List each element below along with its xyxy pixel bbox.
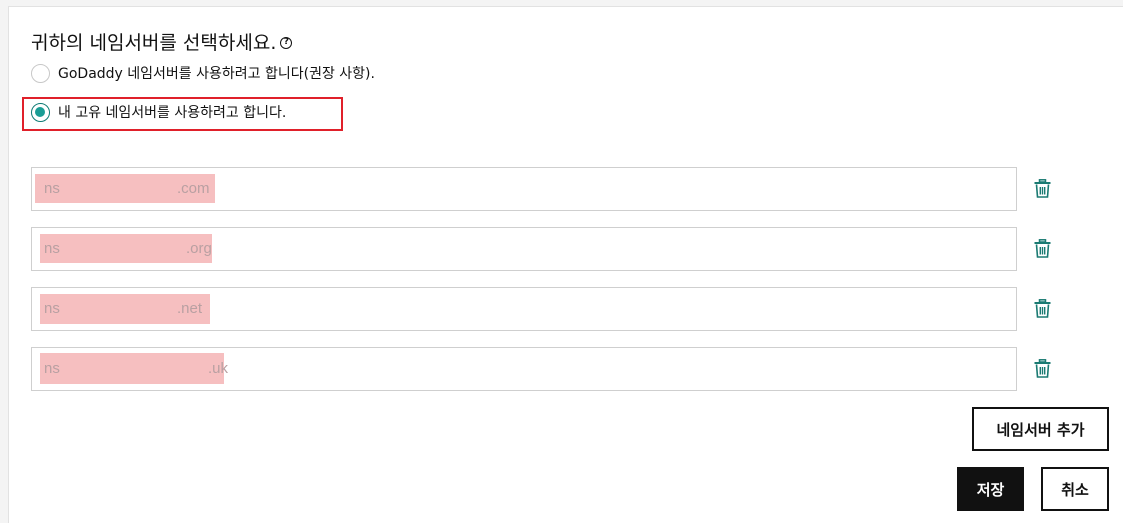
nameserver-suffix: .uk	[208, 360, 229, 377]
option-custom-nameservers[interactable]: 내 고유 네임서버를 사용하려고 합니다.	[31, 102, 286, 122]
nameserver-input-2[interactable]: ns .org	[31, 227, 1017, 271]
save-button[interactable]: 저장	[957, 467, 1024, 511]
option-godaddy-nameservers[interactable]: GoDaddy 네임서버를 사용하려고 합니다(권장 사항).	[31, 63, 375, 83]
radio-godaddy[interactable]	[31, 63, 50, 83]
radio-custom[interactable]	[31, 102, 50, 122]
option-custom-label: 내 고유 네임서버를 사용하려고 합니다.	[58, 105, 287, 121]
trash-icon[interactable]	[1034, 359, 1051, 378]
cancel-button[interactable]: 취소	[1041, 467, 1109, 511]
page-title: 귀하의 네임서버를 선택하세요. ?	[31, 28, 293, 55]
add-nameserver-button[interactable]: 네임서버 추가	[972, 407, 1109, 451]
redaction-mark	[40, 353, 224, 384]
nameserver-input-1[interactable]: ns .com	[31, 167, 1017, 211]
nameserver-suffix: .com	[177, 180, 210, 197]
nameserver-suffix: .org	[186, 240, 212, 257]
trash-icon[interactable]	[1034, 239, 1051, 258]
nameserver-prefix: ns	[44, 180, 60, 197]
nameserver-prefix: ns	[44, 360, 60, 377]
nameserver-prefix: ns	[44, 300, 60, 317]
page-title-text: 귀하의 네임서버를 선택하세요.	[31, 32, 277, 54]
question-circle-icon[interactable]: ?	[280, 36, 293, 49]
nameserver-prefix: ns	[44, 240, 60, 257]
nameserver-suffix: .net	[177, 300, 203, 317]
trash-icon[interactable]	[1034, 299, 1051, 318]
nameserver-input-4[interactable]: ns .uk	[31, 347, 1017, 391]
nameserver-input-3[interactable]: ns .net	[31, 287, 1017, 331]
option-godaddy-label: GoDaddy 네임서버를 사용하려고 합니다(권장 사항).	[58, 66, 375, 82]
trash-icon[interactable]	[1034, 179, 1051, 198]
